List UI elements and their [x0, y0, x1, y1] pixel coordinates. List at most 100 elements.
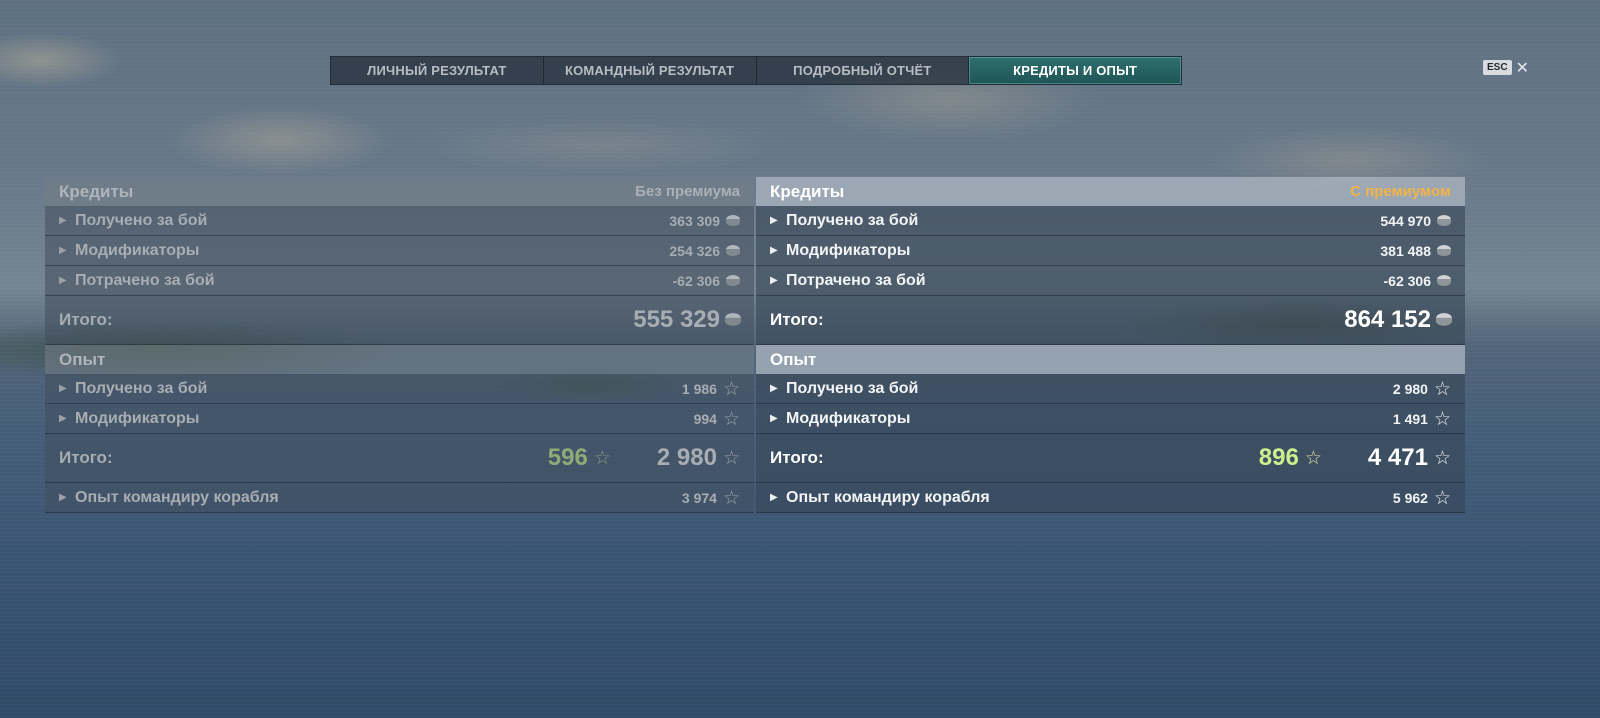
xp-total-row: Итого: 596 ☆ 2 980 ☆: [45, 434, 754, 483]
xp-total-value: 2 980: [656, 444, 717, 471]
total-label: Итого:: [770, 448, 824, 467]
row-label: Опыт командиру корабля: [75, 488, 279, 506]
row-value: -62 306: [1383, 272, 1431, 289]
tab-bar: ЛИЧНЫЙ РЕЗУЛЬТАТ КОМАНДНЫЙ РЕЗУЛЬТАТ ПОД…: [330, 56, 1182, 85]
free-xp-value: 896: [1258, 444, 1299, 471]
star-icon: ☆: [722, 407, 740, 430]
row-label: Модификаторы: [75, 241, 200, 259]
expand-triangle-icon[interactable]: ▶: [59, 383, 69, 394]
free-xp-value: 596: [547, 444, 588, 471]
xp-total-value: 4 471: [1367, 444, 1428, 471]
credits-icon: [724, 313, 742, 327]
credits-icon: [1437, 214, 1451, 227]
free-xp-star-icon: ☆: [1304, 447, 1322, 469]
credits-spent-row[interactable]: ▶ Потрачено за бой -62 306: [756, 266, 1465, 296]
credits-header: Кредиты С премиумом: [756, 177, 1465, 206]
row-value: 363 309: [669, 212, 720, 229]
row-value: 5 962: [1392, 489, 1428, 506]
star-icon: ☆: [1433, 407, 1451, 430]
credits-icon: [1435, 313, 1453, 327]
row-value: 1 491: [1392, 410, 1428, 427]
xp-modifiers-row[interactable]: ▶ Модификаторы 1 491 ☆: [756, 404, 1465, 434]
credits-total-value: 555 329: [633, 306, 720, 333]
row-label: Потрачено за бой: [75, 271, 215, 289]
star-icon: ☆: [1433, 486, 1451, 509]
expand-triangle-icon[interactable]: ▶: [59, 492, 69, 503]
expand-triangle-icon[interactable]: ▶: [770, 275, 780, 286]
credits-modifiers-row[interactable]: ▶ Модификаторы 254 326: [45, 236, 754, 266]
expand-triangle-icon[interactable]: ▶: [770, 492, 780, 503]
star-icon: ☆: [1433, 447, 1451, 469]
tab-team-result[interactable]: КОМАНДНЫЙ РЕЗУЛЬТАТ: [544, 57, 757, 84]
credits-title: Кредиты: [59, 181, 134, 201]
credits-header: Кредиты Без премиума: [45, 177, 754, 206]
expand-triangle-icon[interactable]: ▶: [770, 383, 780, 394]
tab-personal-result[interactable]: ЛИЧНЫЙ РЕЗУЛЬТАТ: [331, 57, 544, 84]
credits-icon: [726, 274, 740, 287]
row-value: 3 974: [681, 489, 717, 506]
row-value: 254 326: [669, 242, 720, 259]
row-label: Модификаторы: [786, 241, 911, 259]
star-icon: ☆: [1433, 377, 1451, 400]
expand-triangle-icon[interactable]: ▶: [770, 413, 780, 424]
xp-title: Опыт: [770, 349, 817, 369]
expand-triangle-icon[interactable]: ▶: [59, 413, 69, 424]
expand-triangle-icon[interactable]: ▶: [59, 215, 69, 226]
row-value: 1 986: [681, 380, 717, 397]
tab-detailed-report[interactable]: ПОДРОБНЫЙ ОТЧЁТ: [757, 57, 970, 84]
credits-total-row: Итого: 864 152: [756, 296, 1465, 345]
row-value: 381 488: [1380, 242, 1431, 259]
credits-total-row: Итого: 555 329: [45, 296, 754, 345]
commander-xp-row[interactable]: ▶ Опыт командиру корабля 5 962 ☆: [756, 483, 1465, 513]
star-icon: ☆: [722, 447, 740, 469]
expand-triangle-icon[interactable]: ▶: [770, 215, 780, 226]
row-label: Получено за бой: [75, 211, 208, 229]
xp-header: Опыт: [45, 345, 754, 374]
credits-icon: [1437, 244, 1451, 257]
row-value: 2 980: [1392, 380, 1428, 397]
row-label: Модификаторы: [786, 409, 911, 427]
close-icon[interactable]: ✕: [1516, 59, 1529, 75]
row-label: Модификаторы: [75, 409, 200, 427]
credits-total-value: 864 152: [1344, 306, 1431, 333]
row-value: 544 970: [1380, 212, 1431, 229]
row-label: Получено за бой: [75, 379, 208, 397]
credits-title: Кредиты: [770, 181, 845, 201]
premium-label: С премиумом: [1350, 183, 1451, 200]
credits-modifiers-row[interactable]: ▶ Модификаторы 381 488: [756, 236, 1465, 266]
star-icon: ☆: [722, 486, 740, 509]
row-label: Получено за бой: [786, 379, 919, 397]
row-label: Получено за бой: [786, 211, 919, 229]
tab-credits-and-xp[interactable]: КРЕДИТЫ И ОПЫТ: [969, 57, 1181, 84]
row-label: Потрачено за бой: [786, 271, 926, 289]
credits-earned-row[interactable]: ▶ Получено за бой 363 309: [45, 206, 754, 236]
credits-icon: [726, 244, 740, 257]
commander-xp-row[interactable]: ▶ Опыт командиру корабля 3 974 ☆: [45, 483, 754, 513]
standard-results-panel: Кредиты Без премиума ▶ Получено за бой 36…: [45, 177, 754, 513]
free-xp-star-icon: ☆: [593, 447, 611, 469]
expand-triangle-icon[interactable]: ▶: [59, 275, 69, 286]
credits-earned-row[interactable]: ▶ Получено за бой 544 970: [756, 206, 1465, 236]
premium-results-panel: Кредиты С премиумом ▶ Получено за бой 544…: [756, 177, 1465, 513]
expand-triangle-icon[interactable]: ▶: [770, 245, 780, 256]
credits-icon: [726, 214, 740, 227]
row-label: Опыт командиру корабля: [786, 488, 990, 506]
row-value: -62 306: [672, 272, 720, 289]
no-premium-label: Без премиума: [635, 183, 740, 200]
credits-spent-row[interactable]: ▶ Потрачено за бой -62 306: [45, 266, 754, 296]
xp-title: Опыт: [59, 349, 106, 369]
xp-earned-row[interactable]: ▶ Получено за бой 2 980 ☆: [756, 374, 1465, 404]
esc-key-badge: ESC: [1483, 60, 1512, 75]
expand-triangle-icon[interactable]: ▶: [59, 245, 69, 256]
total-label: Итого:: [770, 310, 824, 329]
total-label: Итого:: [59, 310, 113, 329]
xp-earned-row[interactable]: ▶ Получено за бой 1 986 ☆: [45, 374, 754, 404]
total-label: Итого:: [59, 448, 113, 467]
credits-icon: [1437, 274, 1451, 287]
xp-modifiers-row[interactable]: ▶ Модификаторы 994 ☆: [45, 404, 754, 434]
close-button[interactable]: ESC ✕: [1483, 59, 1529, 75]
row-value: 994: [693, 410, 717, 427]
xp-header: Опыт: [756, 345, 1465, 374]
xp-total-row: Итого: 896 ☆ 4 471 ☆: [756, 434, 1465, 483]
star-icon: ☆: [722, 377, 740, 400]
